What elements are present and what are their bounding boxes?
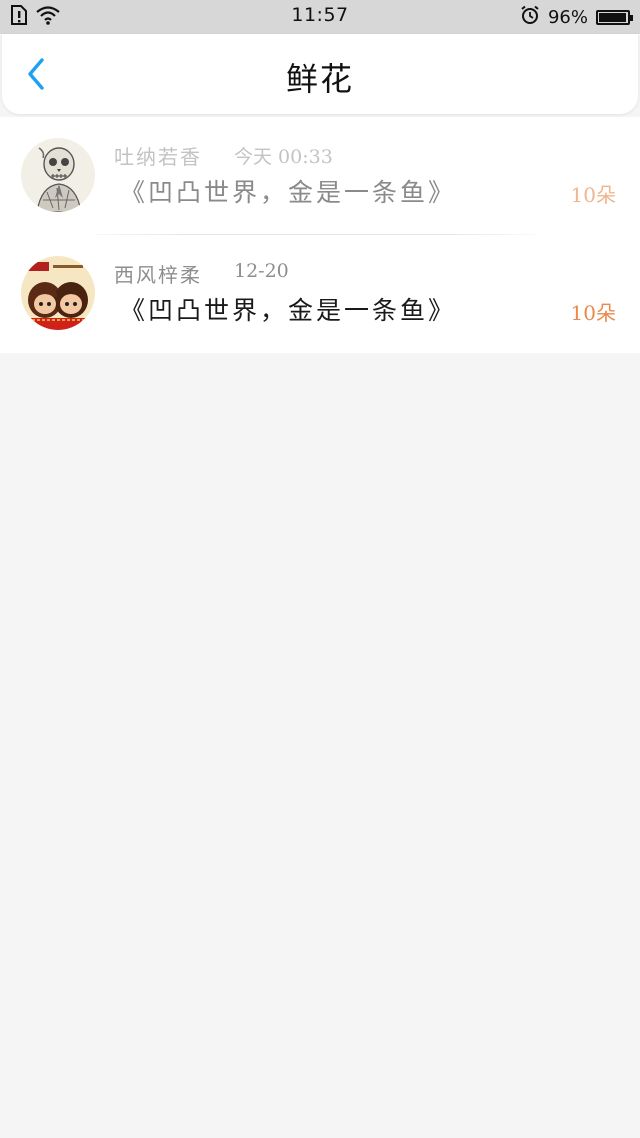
battery-icon	[596, 9, 633, 25]
book-title: 《凹凸世界，金是一条鱼》	[120, 178, 457, 207]
battery-level	[599, 12, 626, 22]
skull-sketch-avatar	[21, 138, 95, 212]
status-bar: 11:57 96%	[0, 0, 640, 34]
flower-count: 10朵	[570, 301, 616, 325]
status-right-icons: 96%	[520, 5, 633, 30]
post-time: 今天 00:33	[234, 146, 333, 168]
user-name: 西风梓柔	[114, 263, 202, 287]
page-title: 鲜花	[285, 60, 354, 98]
avatar[interactable]	[21, 138, 95, 212]
book-title: 《凹凸世界，金是一条鱼》	[120, 296, 457, 325]
avatar[interactable]	[21, 256, 95, 330]
user-name: 吐纳若香	[114, 145, 202, 169]
flower-count: 10朵	[570, 183, 616, 207]
flower-gift-list: 吐纳若香 今天 00:33 《凹凸世界，金是一条鱼》 10朵 西风梓柔 12-2…	[0, 117, 640, 353]
list-item[interactable]: 吐纳若香 今天 00:33 《凹凸世界，金是一条鱼》 10朵	[0, 117, 640, 235]
navigation-header: 鲜花	[2, 34, 638, 114]
list-item[interactable]: 西风梓柔 12-20 《凹凸世界，金是一条鱼》 10朵	[0, 235, 640, 353]
post-time: 12-20	[234, 260, 289, 282]
alarm-icon	[520, 5, 540, 30]
cartoon-couple-avatar	[21, 256, 95, 330]
battery-percent: 96%	[547, 6, 588, 28]
